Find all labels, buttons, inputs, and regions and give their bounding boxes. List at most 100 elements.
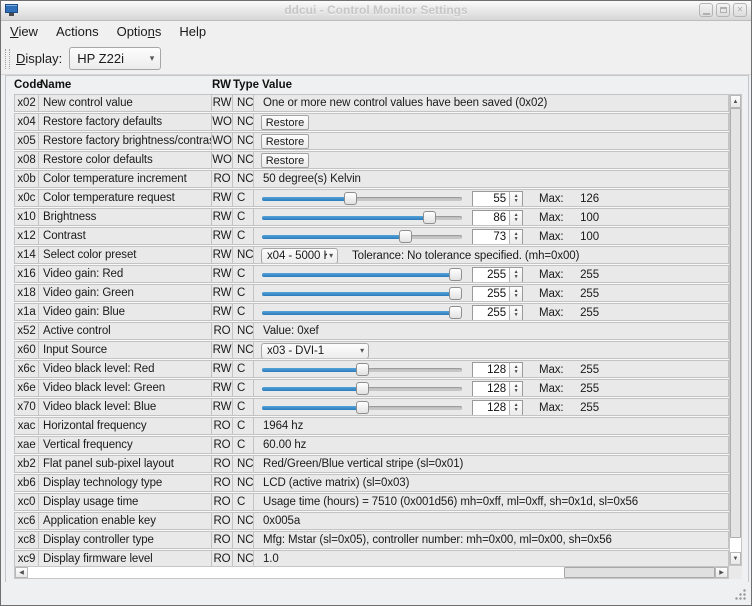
slider-handle[interactable]	[423, 211, 436, 224]
display-select[interactable]: HP Z22i ▾	[69, 47, 161, 70]
menu-help[interactable]: Help	[170, 21, 215, 43]
value-text: Red/Green/Blue vertical stripe (sl=0x01)	[254, 458, 463, 470]
slider-handle[interactable]	[449, 287, 462, 300]
max-value: 255	[554, 285, 599, 302]
resize-grip-icon[interactable]	[735, 589, 746, 600]
menu-options[interactable]: Options	[108, 21, 171, 43]
cell-code: x14	[14, 246, 39, 264]
cell-value: LCD (active matrix) (sl=0x03)	[253, 474, 729, 492]
table-row: xc0 Display usage time RO C Usage time (…	[14, 493, 729, 511]
cell-rw: RO	[211, 417, 233, 435]
spin-down-icon[interactable]: ▼	[514, 237, 519, 242]
horizontal-scrollbar[interactable]: ◀ ▶	[14, 566, 729, 579]
value-text: Mfg: Mstar (sl=0x05), controller number:…	[254, 534, 612, 546]
table-row: x6c Video black level: Red RW C 128▲▼ Ma…	[14, 360, 729, 378]
vertical-scrollbar-thumb[interactable]	[730, 108, 741, 538]
value-slider[interactable]	[262, 228, 462, 245]
restore-button[interactable]: Restore	[261, 153, 309, 168]
value-spinbox[interactable]: 86▲▼	[472, 210, 523, 226]
table-row: x18 Video gain: Green RW C 255▲▼ Max: 25…	[14, 284, 729, 302]
cell-code: x16	[14, 265, 39, 283]
cell-value: 73▲▼ Max: 100	[253, 227, 729, 245]
cell-rw: RO	[211, 550, 233, 566]
value-spinbox[interactable]: 128▲▼	[472, 400, 523, 416]
scroll-left-icon[interactable]: ◀	[15, 567, 28, 578]
cell-type: NC	[232, 341, 254, 359]
header-rw: RW	[212, 79, 231, 94]
cell-rw: WO	[211, 132, 233, 150]
menu-actions[interactable]: Actions	[47, 21, 108, 43]
value-slider[interactable]	[262, 361, 462, 378]
cell-value: 55▲▼ Max: 126	[253, 189, 729, 207]
cell-code: x52	[14, 322, 39, 340]
close-button[interactable]: ✕	[733, 3, 747, 17]
cell-type: C	[232, 436, 254, 454]
cell-type: NC	[232, 94, 254, 112]
scroll-down-icon[interactable]: ▼	[730, 552, 741, 565]
spin-down-icon[interactable]: ▼	[514, 408, 519, 413]
cell-rw: RW	[211, 94, 233, 112]
restore-button[interactable]: Restore	[261, 134, 309, 149]
cell-value: 128▲▼ Max: 255	[253, 398, 729, 416]
value-slider[interactable]	[262, 304, 462, 321]
spin-down-icon[interactable]: ▼	[514, 275, 519, 280]
value-spinbox[interactable]: 128▲▼	[472, 362, 523, 378]
table-row: xc8 Display controller type RO NC Mfg: M…	[14, 531, 729, 549]
toolbar-grip-icon[interactable]	[5, 49, 10, 69]
value-slider[interactable]	[262, 190, 462, 207]
cell-value: Restore	[253, 132, 729, 150]
cell-name: Display usage time	[38, 493, 212, 511]
value-text: 60.00 hz	[254, 439, 306, 451]
value-slider[interactable]	[262, 209, 462, 226]
spin-down-icon[interactable]: ▼	[514, 218, 519, 223]
slider-handle[interactable]	[356, 363, 369, 376]
cell-type: NC	[232, 151, 254, 169]
spin-down-icon[interactable]: ▼	[514, 370, 519, 375]
display-select-value: HP Z22i	[70, 51, 147, 66]
menu-view[interactable]: View	[1, 21, 47, 43]
cell-name: Video gain: Green	[38, 284, 212, 302]
minimize-button[interactable]	[699, 3, 713, 17]
cell-name: Active control	[38, 322, 212, 340]
table-row: x6e Video black level: Green RW C 128▲▼ …	[14, 379, 729, 397]
cell-type: C	[232, 417, 254, 435]
value-spinbox[interactable]: 55▲▼	[472, 191, 523, 207]
spin-down-icon[interactable]: ▼	[514, 389, 519, 394]
value-spinbox[interactable]: 255▲▼	[472, 286, 523, 302]
value-slider[interactable]	[262, 285, 462, 302]
slider-handle[interactable]	[399, 230, 412, 243]
slider-handle[interactable]	[356, 382, 369, 395]
slider-handle[interactable]	[344, 192, 357, 205]
cell-value: Value: 0xef	[253, 322, 729, 340]
value-slider[interactable]	[262, 399, 462, 416]
scroll-up-icon[interactable]: ▲	[730, 95, 741, 108]
slider-handle[interactable]	[449, 268, 462, 281]
cell-type: NC	[232, 113, 254, 131]
cell-name: Contrast	[38, 227, 212, 245]
spin-down-icon[interactable]: ▼	[514, 294, 519, 299]
cell-value: x04 - 5000 K▾ Tolerance: No tolerance sp…	[253, 246, 729, 264]
value-spinbox[interactable]: 255▲▼	[472, 267, 523, 283]
horizontal-scrollbar-thumb[interactable]	[564, 567, 715, 578]
table-row: xc9 Display firmware level RO NC 1.0	[14, 550, 729, 566]
scrollbar-corner	[729, 566, 742, 579]
spin-down-icon[interactable]: ▼	[514, 313, 519, 318]
cell-rw: RO	[211, 455, 233, 473]
value-spinbox[interactable]: 128▲▼	[472, 381, 523, 397]
slider-handle[interactable]	[449, 306, 462, 319]
value-slider[interactable]	[262, 266, 462, 283]
value-spinbox[interactable]: 255▲▼	[472, 305, 523, 321]
vertical-scrollbar[interactable]: ▲ ▼	[729, 94, 742, 566]
color-preset-select[interactable]: x04 - 5000 K▾	[261, 248, 338, 264]
spin-down-icon[interactable]: ▼	[514, 199, 519, 204]
value-slider[interactable]	[262, 380, 462, 397]
value-spinbox[interactable]: 73▲▼	[472, 229, 523, 245]
maximize-button[interactable]	[716, 3, 730, 17]
restore-button[interactable]: Restore	[261, 115, 309, 130]
cell-code: xc0	[14, 493, 39, 511]
cell-name: Flat panel sub-pixel layout	[38, 455, 212, 473]
scroll-right-icon[interactable]: ▶	[715, 567, 728, 578]
slider-handle[interactable]	[356, 401, 369, 414]
input-source-select[interactable]: x03 - DVI-1▾	[261, 343, 369, 359]
cell-type: C	[232, 379, 254, 397]
